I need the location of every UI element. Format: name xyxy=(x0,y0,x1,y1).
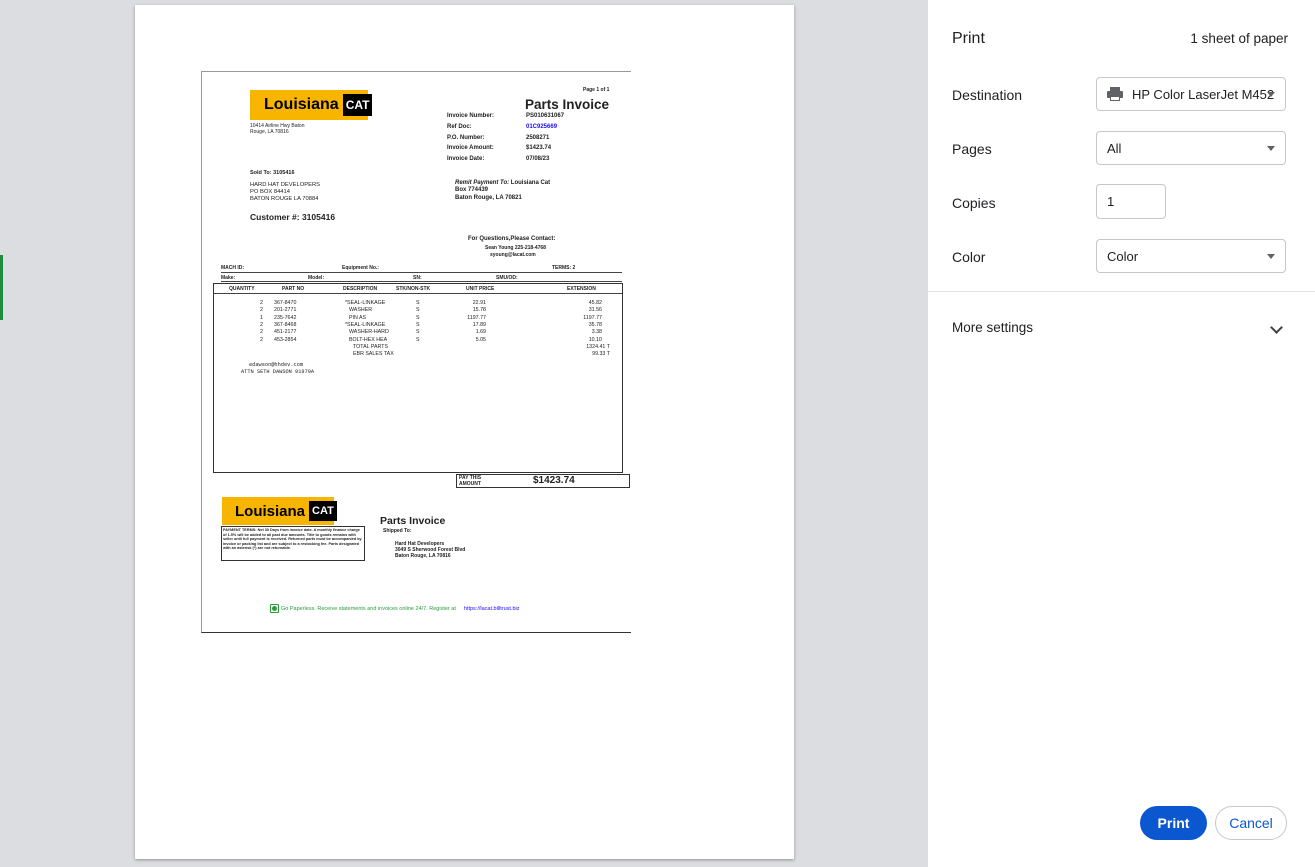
invoice-document: Page 1 of 1 Louisiana CAT Parts Invoice … xyxy=(201,71,631,633)
column-header-unit-price: UNIT PRICE xyxy=(466,286,495,292)
payment-terms: PAYMENT TERMS: Net 30 Days from invoice … xyxy=(223,528,362,550)
preview-page: Page 1 of 1 Louisiana CAT Parts Invoice … xyxy=(135,5,794,859)
line-items-table: QUANTITY PART NO DESCRIPTION STK/NON-STK… xyxy=(213,283,623,473)
invoice-field-row: Invoice Number: PS010631067 xyxy=(447,113,565,119)
destination-value: HP Color LaserJet M452 xyxy=(1132,86,1275,102)
sold-to-line2: PO BOX 84414 xyxy=(250,189,290,195)
terms-label: TERMS: 2 xyxy=(552,265,576,271)
divider xyxy=(221,272,622,273)
chevron-down-icon xyxy=(1267,254,1275,259)
invoice-page-number: Page 1 of 1 xyxy=(583,87,610,93)
remit-line1: Box 774439 xyxy=(455,187,489,193)
color-value: Color xyxy=(1107,248,1139,264)
amount-label: AMOUNT xyxy=(459,481,481,487)
customer-number: Customer #: 3105416 xyxy=(250,212,336,222)
payment-terms-box: PAYMENT TERMS: Net 30 Days from invoice … xyxy=(221,526,365,561)
logo-cat: CAT xyxy=(309,501,337,521)
print-button[interactable]: Print xyxy=(1140,806,1207,840)
equipment-label: Equipment No.: xyxy=(342,265,379,271)
color-select[interactable]: Color xyxy=(1096,239,1286,273)
pages-select[interactable]: All xyxy=(1096,131,1286,165)
pay-amount: $1423.74 xyxy=(533,475,575,486)
printer-icon xyxy=(1107,87,1123,101)
invoice-field-row: P.O. Number: 2508271 xyxy=(447,134,550,141)
mach-id-label: MACH ID: xyxy=(221,265,245,271)
destination-label: Destination xyxy=(952,87,1023,103)
seller-address-line2: Rouge, LA 70816 xyxy=(250,129,289,135)
chevron-down-icon xyxy=(1270,321,1283,334)
invoice-field-row: Invoice Date: 07/08/23 xyxy=(447,156,550,163)
paperless-link[interactable]: https://lacat.billtrust.biz xyxy=(464,606,520,612)
table-header-divider xyxy=(214,293,622,294)
stub-title: Parts Invoice xyxy=(380,515,446,527)
column-header-part-no: PART NO xyxy=(282,286,305,292)
attention-line: ATTN SETH DAWSON 91979A xyxy=(241,369,315,375)
background-strip xyxy=(0,255,3,320)
louisiana-cat-logo-stub: Louisiana CAT xyxy=(222,497,337,525)
sheet-count: 1 sheet of paper xyxy=(1190,31,1288,46)
color-label: Color xyxy=(952,249,986,265)
invoice-title: Parts Invoice xyxy=(525,97,610,112)
dialog-title: Print xyxy=(952,30,985,47)
column-header-extension: EXTENSION xyxy=(567,286,596,292)
invoice-field-row: Ref Doc: 01C925669 xyxy=(447,123,558,130)
more-settings-label: More settings xyxy=(952,320,1034,335)
settings-divider xyxy=(928,291,1315,292)
destination-select[interactable]: HP Color LaserJet M452 xyxy=(1096,77,1286,111)
chevron-down-icon xyxy=(1267,146,1275,151)
logo-word: Louisiana xyxy=(264,96,339,113)
paperless-text: Go Paperless. Receive statements and inv… xyxy=(281,605,456,612)
cancel-button[interactable]: Cancel xyxy=(1215,806,1287,840)
louisiana-cat-logo: Louisiana CAT xyxy=(250,90,373,120)
print-settings-panel: Print 1 sheet of paper Destination HP Co… xyxy=(928,0,1315,867)
paperless-banner: Go Paperless. Receive statements and inv… xyxy=(270,604,520,613)
column-header-stk: STK/NON-STK xyxy=(396,286,431,292)
copies-input[interactable]: 1 xyxy=(1096,184,1166,219)
sold-to-line3: BATON ROUGE LA 70884 xyxy=(250,196,319,202)
sales-tax-row: EBR SALES TAX 99.33 T xyxy=(353,351,610,358)
pages-value: All xyxy=(1107,140,1122,156)
invoice-field-row: Invoice Amount: $1423.74 xyxy=(447,145,552,152)
column-header-description: DESCRIPTION xyxy=(343,286,378,292)
sold-to-line1: HARD HAT DEVELOPERS xyxy=(250,182,321,188)
copies-label: Copies xyxy=(952,195,996,211)
sold-to: Sold To: 3105416 xyxy=(250,170,295,176)
chevron-down-icon xyxy=(1267,92,1275,97)
remit-line2: Baton Rouge, LA 70821 xyxy=(455,195,522,201)
copies-value: 1 xyxy=(1107,194,1115,209)
ship-line3: Baton Rouge, LA 70816 xyxy=(395,553,451,559)
contact-email: syoung@lacat.com xyxy=(490,252,536,258)
contact-name: Sean Young 225-218-4768 xyxy=(485,245,546,251)
divider xyxy=(221,281,622,282)
column-header-quantity: QUANTITY xyxy=(229,286,255,292)
more-settings-toggle[interactable]: More settings xyxy=(928,306,1315,350)
invoice-fields: Invoice Number: PS010631067 Ref Doc: 01C92… xyxy=(447,112,564,166)
questions-contact: For Questions,Please Contact: xyxy=(468,236,556,242)
pay-amount-box: PAY THIS AMOUNT $1423.74 xyxy=(456,474,630,488)
recycle-icon xyxy=(270,604,279,613)
print-preview-area: Page 1 of 1 Louisiana CAT Parts Invoice … xyxy=(0,0,928,867)
shipped-to-label: Shipped To: xyxy=(383,528,412,534)
logo-word: Louisiana xyxy=(235,502,306,520)
pages-label: Pages xyxy=(952,141,992,157)
logo-cat: CAT xyxy=(342,94,373,116)
